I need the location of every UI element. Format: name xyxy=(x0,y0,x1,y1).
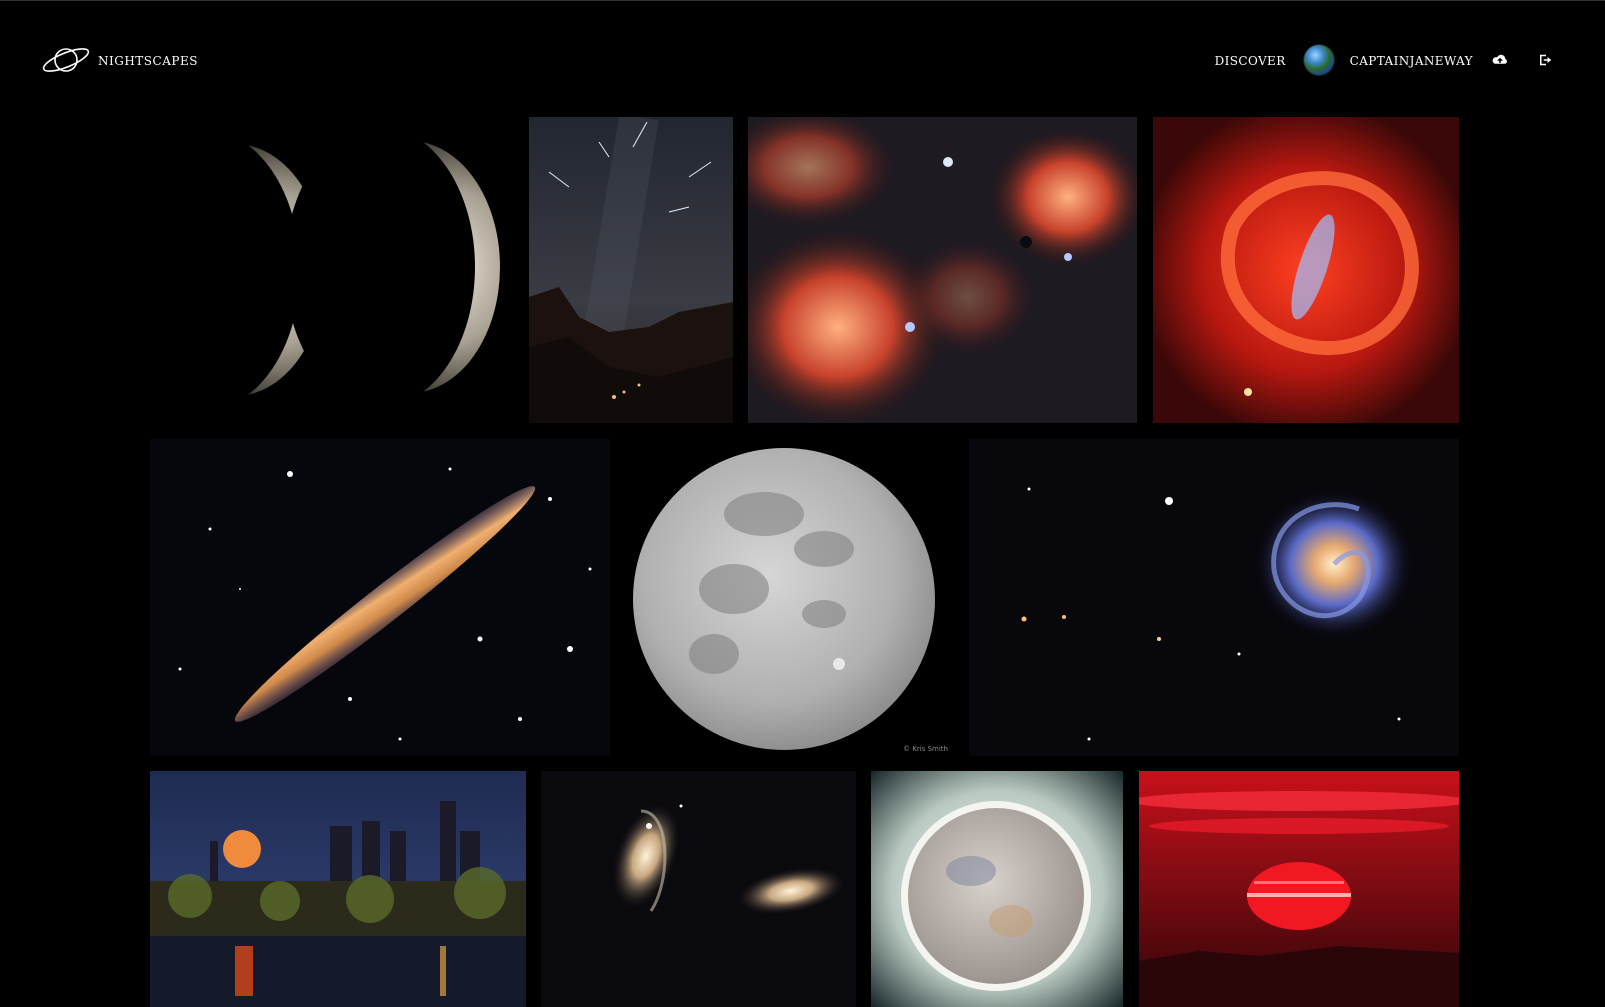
photo-tile[interactable]: © Kris Smith xyxy=(624,439,954,756)
edge-on-galaxy-image xyxy=(150,439,610,756)
photo-tile[interactable] xyxy=(1153,117,1459,423)
jupiter-crescents-image xyxy=(150,117,506,423)
photo-credit: © Kris Smith xyxy=(903,745,948,753)
pinwheel-galaxy-image xyxy=(969,439,1459,756)
photo-gallery: © Kris Smith xyxy=(0,0,1605,1007)
photo-tile[interactable] xyxy=(871,771,1123,1007)
photo-tile[interactable] xyxy=(969,439,1459,756)
red-sunset-image xyxy=(1139,771,1459,1007)
photo-tile[interactable] xyxy=(748,117,1137,423)
photo-tile[interactable] xyxy=(529,117,733,423)
red-nebula-field-image xyxy=(748,117,1137,423)
photo-tile[interactable] xyxy=(150,117,506,423)
photo-tile[interactable] xyxy=(150,771,526,1007)
moon-halo-image xyxy=(871,771,1123,1007)
photo-tile[interactable] xyxy=(541,771,856,1007)
moonrise-skyline-image xyxy=(150,771,526,1007)
photo-tile[interactable] xyxy=(1139,771,1459,1007)
photo-tile[interactable] xyxy=(150,439,610,756)
meteor-shower-image xyxy=(529,117,733,423)
full-moon-image xyxy=(624,439,954,756)
interacting-galaxies-image xyxy=(541,771,856,1007)
squid-nebula-image xyxy=(1153,117,1459,423)
